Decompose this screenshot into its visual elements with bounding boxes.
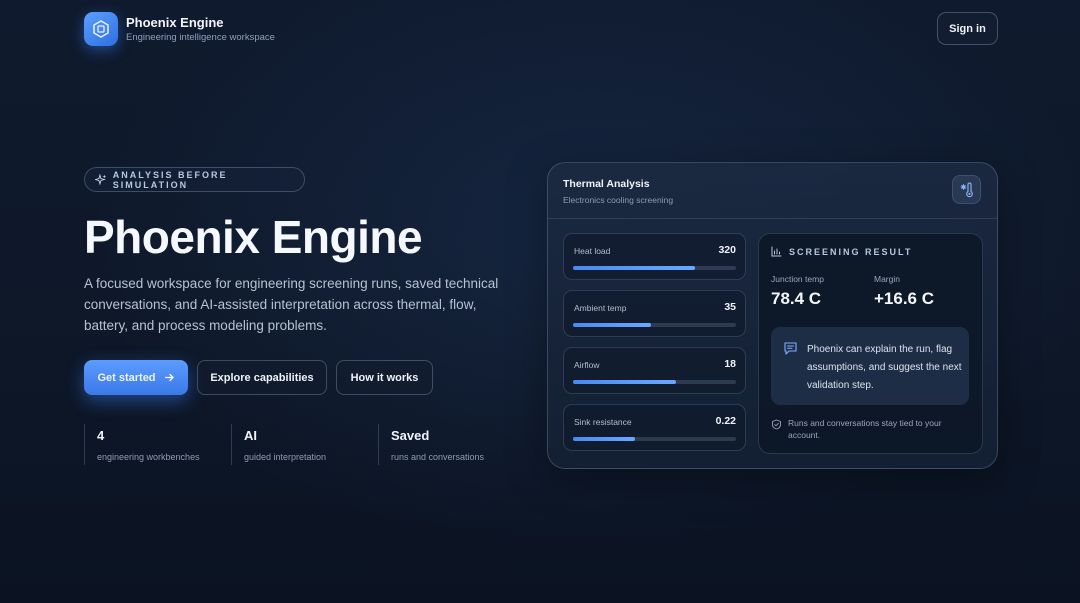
bar-chart-icon [771,246,782,257]
input-sink-resistance[interactable]: Sink resistance 0.22 [563,404,746,451]
card-header: Thermal Analysis Electronics cooling scr… [548,163,997,219]
junction-temp: Junction temp 78.4 C [771,274,824,309]
junction-temp-value: 78.4 C [771,289,822,308]
arrow-right-icon [164,373,174,382]
thermal-analysis-card: Thermal Analysis Electronics cooling scr… [547,162,998,469]
margin: Margin +16.6 C [874,274,934,309]
assistant-message-text: Phoenix can explain the run, flag assump… [807,344,962,391]
metric-label: Airflow [574,360,600,370]
input-heat-load[interactable]: Heat load 320 [563,233,746,280]
logo-icon[interactable] [84,12,118,46]
junction-temp-label: Junction temp [771,274,824,284]
stat-label: runs and conversations [391,452,485,462]
metric-slider-fill [573,380,676,384]
brand-name[interactable]: Phoenix Engine [126,15,224,30]
assistant-message: Phoenix can explain the run, flag assump… [771,327,969,405]
metric-label: Heat load [574,246,611,256]
metric-slider-track[interactable] [573,380,736,384]
sign-in-button[interactable]: Sign in [937,12,998,45]
thermometer-snow-icon[interactable] [952,175,981,204]
brand-tagline: Engineering intelligence workspace [126,32,275,43]
stat-value: AI [244,428,257,443]
metric-slider-track[interactable] [573,266,736,270]
card-subtitle: Electronics cooling screening [563,195,674,205]
screening-result-panel: SCREENING RESULT Junction temp 78.4 C Ma… [758,233,983,454]
sparkle-icon [95,173,107,186]
metric-label: Sink resistance [574,417,632,427]
top-bar: Phoenix Engine Engineering intelligence … [84,12,998,46]
how-it-works-button[interactable]: How it works [336,360,433,395]
result-header: SCREENING RESULT [771,246,912,257]
shield-check-icon [772,419,781,430]
margin-value: +16.6 C [874,289,935,308]
input-ambient-temp[interactable]: Ambient temp 35 [563,290,746,337]
metric-slider-fill [573,266,696,270]
explore-capabilities-button[interactable]: Explore capabilities [197,360,327,395]
stat-saved: Saved runs and conversations [378,424,484,465]
metric-value: 0.22 [715,415,736,427]
hero-title: Phoenix Engine [84,211,423,263]
pill-label: ANALYSIS BEFORE SIMULATION [112,169,228,190]
metric-slider-fill [573,437,635,441]
metric-slider-fill [573,323,652,327]
stat-workbenches: 4 engineering workbenches [84,424,200,465]
metric-slider-track[interactable] [573,437,736,441]
result-title: SCREENING RESULT [789,246,913,257]
stat-label: guided interpretation [244,452,327,462]
chat-bubble-icon [784,342,797,355]
stat-value: 4 [97,428,105,443]
hero-pill: ANALYSIS BEFORE SIMULATION [84,167,305,192]
stat-value: Saved [391,428,430,443]
input-airflow[interactable]: Airflow 18 [563,347,746,394]
get-started-button[interactable]: Get started [84,360,188,395]
account-note-text: Runs and conversations stay tied to your… [788,418,942,440]
metric-slider-track[interactable] [573,323,736,327]
margin-label: Margin [874,274,900,284]
stat-label: engineering workbenches [97,452,200,462]
stat-ai: AI guided interpretation [231,424,326,465]
metric-value: 18 [724,358,736,370]
metric-value: 320 [718,244,736,256]
metric-label: Ambient temp [574,303,627,313]
metric-value: 35 [724,301,736,313]
get-started-label: Get started [97,371,156,384]
card-title: Thermal Analysis [563,178,650,190]
hero-description: A focused workspace for engineering scre… [84,276,499,333]
